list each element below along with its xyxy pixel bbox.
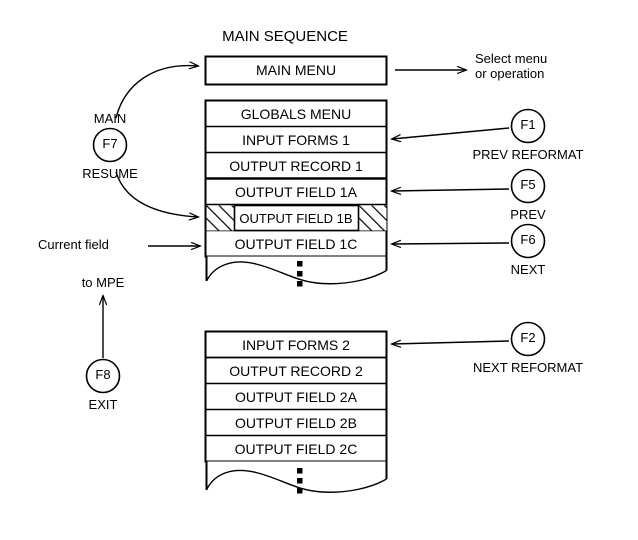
row-globals-menu[interactable]: GLOBALS MENU: [206, 106, 387, 122]
row-output-record-2[interactable]: OUTPUT RECORD 2: [206, 363, 387, 379]
key-text-f5[interactable]: F5: [520, 177, 535, 193]
key-text-f8[interactable]: F8: [95, 367, 110, 383]
row-output-field-1a[interactable]: OUTPUT FIELD 1A: [206, 184, 387, 200]
key-label-below-f1: PREV REFORMAT: [472, 147, 584, 162]
key-label-below-f2: NEXT REFORMAT: [472, 360, 584, 375]
note-to-mpe: to MPE: [81, 275, 125, 290]
row-output-field-1c[interactable]: OUTPUT FIELD 1C: [206, 236, 387, 252]
key-label-below-f7: RESUME: [82, 166, 138, 181]
row-input-forms-1[interactable]: INPUT FORMS 1: [206, 132, 387, 148]
row-input-forms-2[interactable]: INPUT FORMS 2: [206, 337, 387, 353]
key-label-below-f8: EXIT: [88, 397, 118, 412]
note-select-menu: Select menu or operation: [475, 51, 548, 81]
key-text-f1[interactable]: F1: [520, 117, 535, 133]
key-label-below-f6: NEXT: [510, 262, 546, 277]
row-output-field-2c[interactable]: OUTPUT FIELD 2C: [206, 441, 387, 457]
key-text-f7[interactable]: F7: [102, 136, 117, 152]
key-label-above-f7: MAIN: [93, 111, 127, 126]
box-main-menu[interactable]: MAIN MENU: [206, 62, 387, 78]
row-output-record-1[interactable]: OUTPUT RECORD 1: [206, 158, 387, 174]
diagram-title: MAIN SEQUENCE: [222, 28, 348, 45]
key-text-f6[interactable]: F6: [520, 232, 535, 248]
row-output-field-2b[interactable]: OUTPUT FIELD 2B: [206, 415, 387, 431]
row-output-field-2a[interactable]: OUTPUT FIELD 2A: [206, 389, 387, 405]
note-current-field: Current field: [38, 237, 109, 252]
text-layer: MAIN SEQUENCE Select menu or operation C…: [0, 0, 638, 540]
key-text-f2[interactable]: F2: [520, 330, 535, 346]
row-output-field-1b[interactable]: OUTPUT FIELD 1B: [234, 211, 358, 226]
key-label-below-f5: PREV: [510, 207, 546, 222]
